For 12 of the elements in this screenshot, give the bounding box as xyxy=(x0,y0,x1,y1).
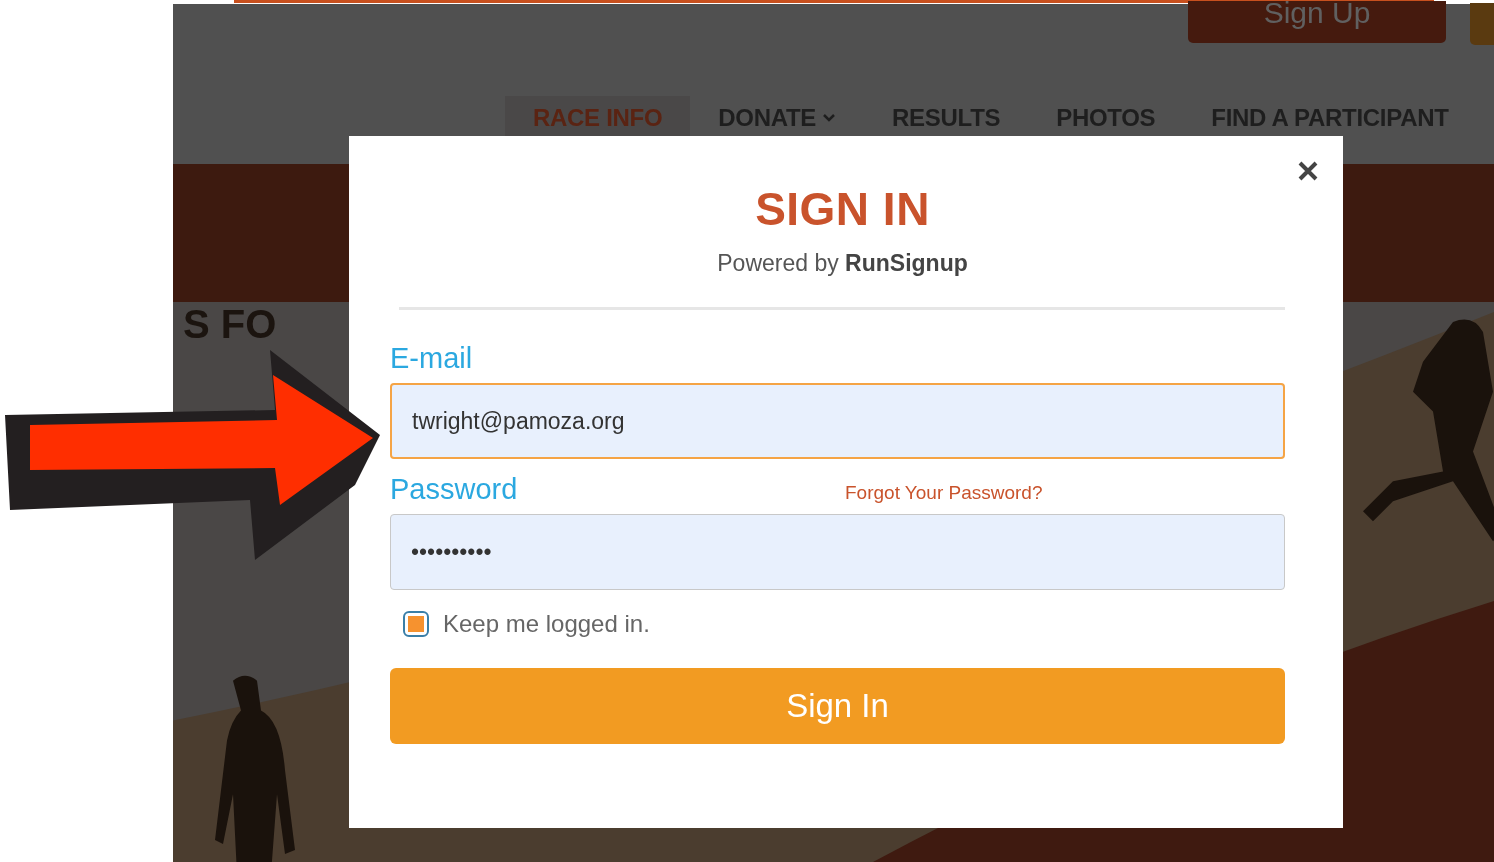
sign-up-button[interactable]: Sign Up xyxy=(1188,1,1446,43)
email-label: E-mail xyxy=(390,342,473,375)
email-field[interactable]: twright@pamoza.org xyxy=(390,383,1285,459)
dialog-title: SIGN IN xyxy=(755,182,930,236)
sign-in-button[interactable]: Sign In xyxy=(390,668,1285,744)
password-label: Password xyxy=(390,473,519,506)
forgot-password-link[interactable]: Forgot Your Password? xyxy=(845,482,1043,506)
dialog-subtitle: Powered by RunSignup xyxy=(717,250,968,277)
chevron-down-icon xyxy=(822,113,837,123)
keep-logged-in-checkbox[interactable] xyxy=(403,611,429,637)
keep-logged-in-label: Keep me logged in. xyxy=(443,610,650,638)
password-field[interactable]: •••••••••• xyxy=(390,514,1285,590)
